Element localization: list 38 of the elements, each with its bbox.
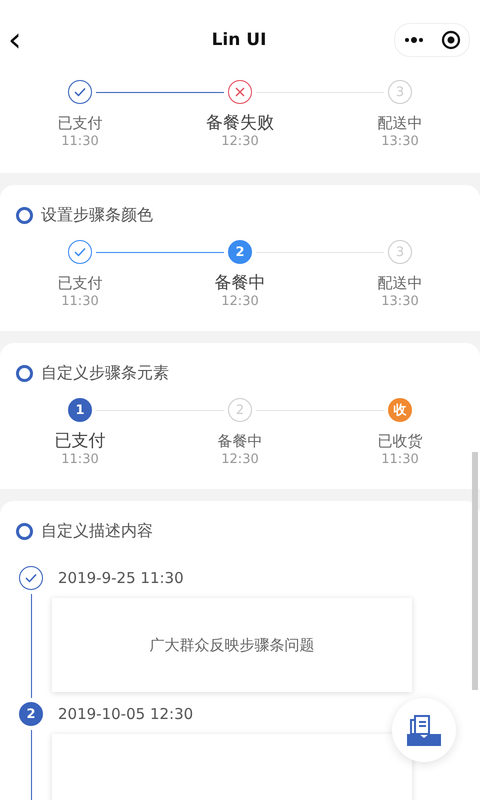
step-badge: 收 [388, 398, 412, 422]
step-label: 已支付 [58, 113, 102, 134]
step-label: 备餐中 [214, 272, 266, 294]
step-time: 11:30 [381, 452, 419, 467]
step-label: 备餐失败 [206, 112, 274, 134]
bullet-icon [16, 523, 33, 540]
step-label: 配送中 [378, 273, 422, 294]
step-time: 11:30 [61, 294, 99, 309]
step-label: 已收货 [378, 431, 422, 452]
step-time: 13:30 [381, 134, 419, 149]
step-time: 11:30 [61, 452, 99, 467]
step-number: 2 [19, 702, 43, 726]
step-number: 1 [68, 398, 92, 422]
more-icon[interactable] [404, 37, 424, 43]
timeline-date: 2019-9-25 11:30 [58, 568, 185, 589]
description-card: 广大群众反映步骤条问题 [52, 598, 412, 692]
step-label: 备餐中 [218, 431, 262, 452]
section-title: 自定义描述内容 [41, 521, 153, 542]
step-time: 12:30 [221, 294, 259, 309]
target-icon[interactable] [440, 30, 460, 50]
back-button[interactable]: ‹ [8, 23, 32, 57]
step-time: 12:30 [221, 452, 259, 467]
timeline-date: 2019-10-05 12:30 [58, 704, 194, 725]
inbox-icon [407, 714, 441, 746]
step-number: 2 [228, 240, 252, 264]
step-label: 已支付 [58, 273, 102, 294]
capsule-menu[interactable] [394, 23, 470, 57]
scrollbar[interactable] [472, 452, 478, 690]
page-title: Lin UI [212, 30, 266, 50]
step-time: 11:30 [61, 134, 99, 149]
step-time: 13:30 [381, 294, 419, 309]
bullet-icon [16, 365, 33, 382]
section-title: 设置步骤条颜色 [41, 205, 153, 226]
bullet-icon [16, 207, 33, 224]
step-label: 已支付 [54, 430, 106, 452]
step-time: 12:30 [221, 134, 259, 149]
step-label: 配送中 [378, 113, 422, 134]
section-title: 自定义步骤条元素 [41, 363, 169, 384]
